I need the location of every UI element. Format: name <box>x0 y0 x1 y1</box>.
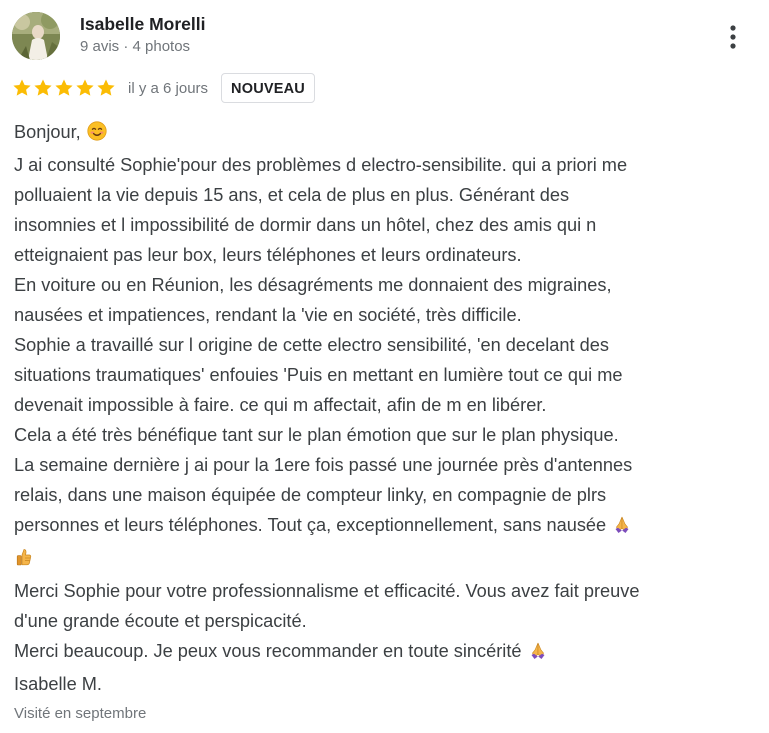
review-line-text: Bonjour, <box>14 122 81 142</box>
review-line: insomnies et l impossibilité de dormir d… <box>14 215 597 235</box>
review-line: situations traumatiques' enfouies 'Puis … <box>14 365 623 385</box>
review-line: Merci Sophie pour votre professionnalism… <box>14 581 640 601</box>
reviewer-stats: 9 avis · 4 photos <box>80 38 191 55</box>
new-badge: NOUVEAU <box>221 73 315 103</box>
star-icon <box>97 79 115 96</box>
review-line: Cela a été très bénéfique tant sur le pl… <box>14 425 619 445</box>
review-card: Isabelle Morelli 9 avis · 4 photos il y … <box>0 0 769 733</box>
more-options-button[interactable] <box>716 20 750 54</box>
review-line: polluaient la vie depuis 15 ans, et cela… <box>14 185 570 205</box>
vertical-dots-icon <box>730 25 736 49</box>
review-line: relais, dans une maison équipée de compt… <box>14 485 607 505</box>
review-line <box>14 543 749 576</box>
folded-hands-emoji-icon <box>612 513 632 543</box>
review-line: devenait impossible à faire. ce qui m af… <box>14 395 547 415</box>
review-line: Sophie a travaillé sur l origine de cett… <box>14 335 609 355</box>
review-line: personnes et leurs téléphones. Tout ça, … <box>14 510 749 543</box>
review-line: En voiture ou en Réunion, les désagrémen… <box>14 275 612 295</box>
review-line-text: personnes et leurs téléphones. Tout ça, … <box>14 515 607 535</box>
star-rating <box>12 78 116 98</box>
avatar-photo <box>12 12 60 60</box>
star-icon <box>76 79 94 96</box>
review-line: La semaine dernière j ai pour la 1ere fo… <box>14 455 633 475</box>
reviewer-avatar[interactable] <box>12 12 60 60</box>
review-text: Bonjour, J ai consulté Sophie'pour des p… <box>14 117 749 699</box>
star-icon <box>34 79 52 96</box>
review-date: il y a 6 jours <box>128 79 209 97</box>
folded-hands-emoji-icon <box>528 639 548 669</box>
visit-note: Visité en septembre <box>14 705 147 722</box>
thumbs-up-emoji-icon <box>14 546 34 576</box>
review-line: d'une grande écoute et perspicacité. <box>14 611 307 631</box>
reviewer-name[interactable]: Isabelle Morelli <box>80 13 205 35</box>
review-line: Isabelle M. <box>14 674 102 694</box>
review-line: etteignaient pas leur box, leurs télépho… <box>14 245 522 265</box>
review-line: Bonjour, <box>14 117 749 150</box>
review-line: nausées et impatiences, rendant la 'vie … <box>14 305 522 325</box>
review-line: Merci beaucoup. Je peux vous recommander… <box>14 636 749 669</box>
rating-row: il y a 6 jours NOUVEAU <box>12 73 315 103</box>
review-line: J ai consulté Sophie'pour des problèmes … <box>14 155 628 175</box>
star-icon <box>55 79 73 96</box>
star-icon <box>13 79 31 96</box>
review-line-text: Merci beaucoup. Je peux vous recommander… <box>14 641 522 661</box>
smiling-face-emoji-icon <box>87 120 107 150</box>
